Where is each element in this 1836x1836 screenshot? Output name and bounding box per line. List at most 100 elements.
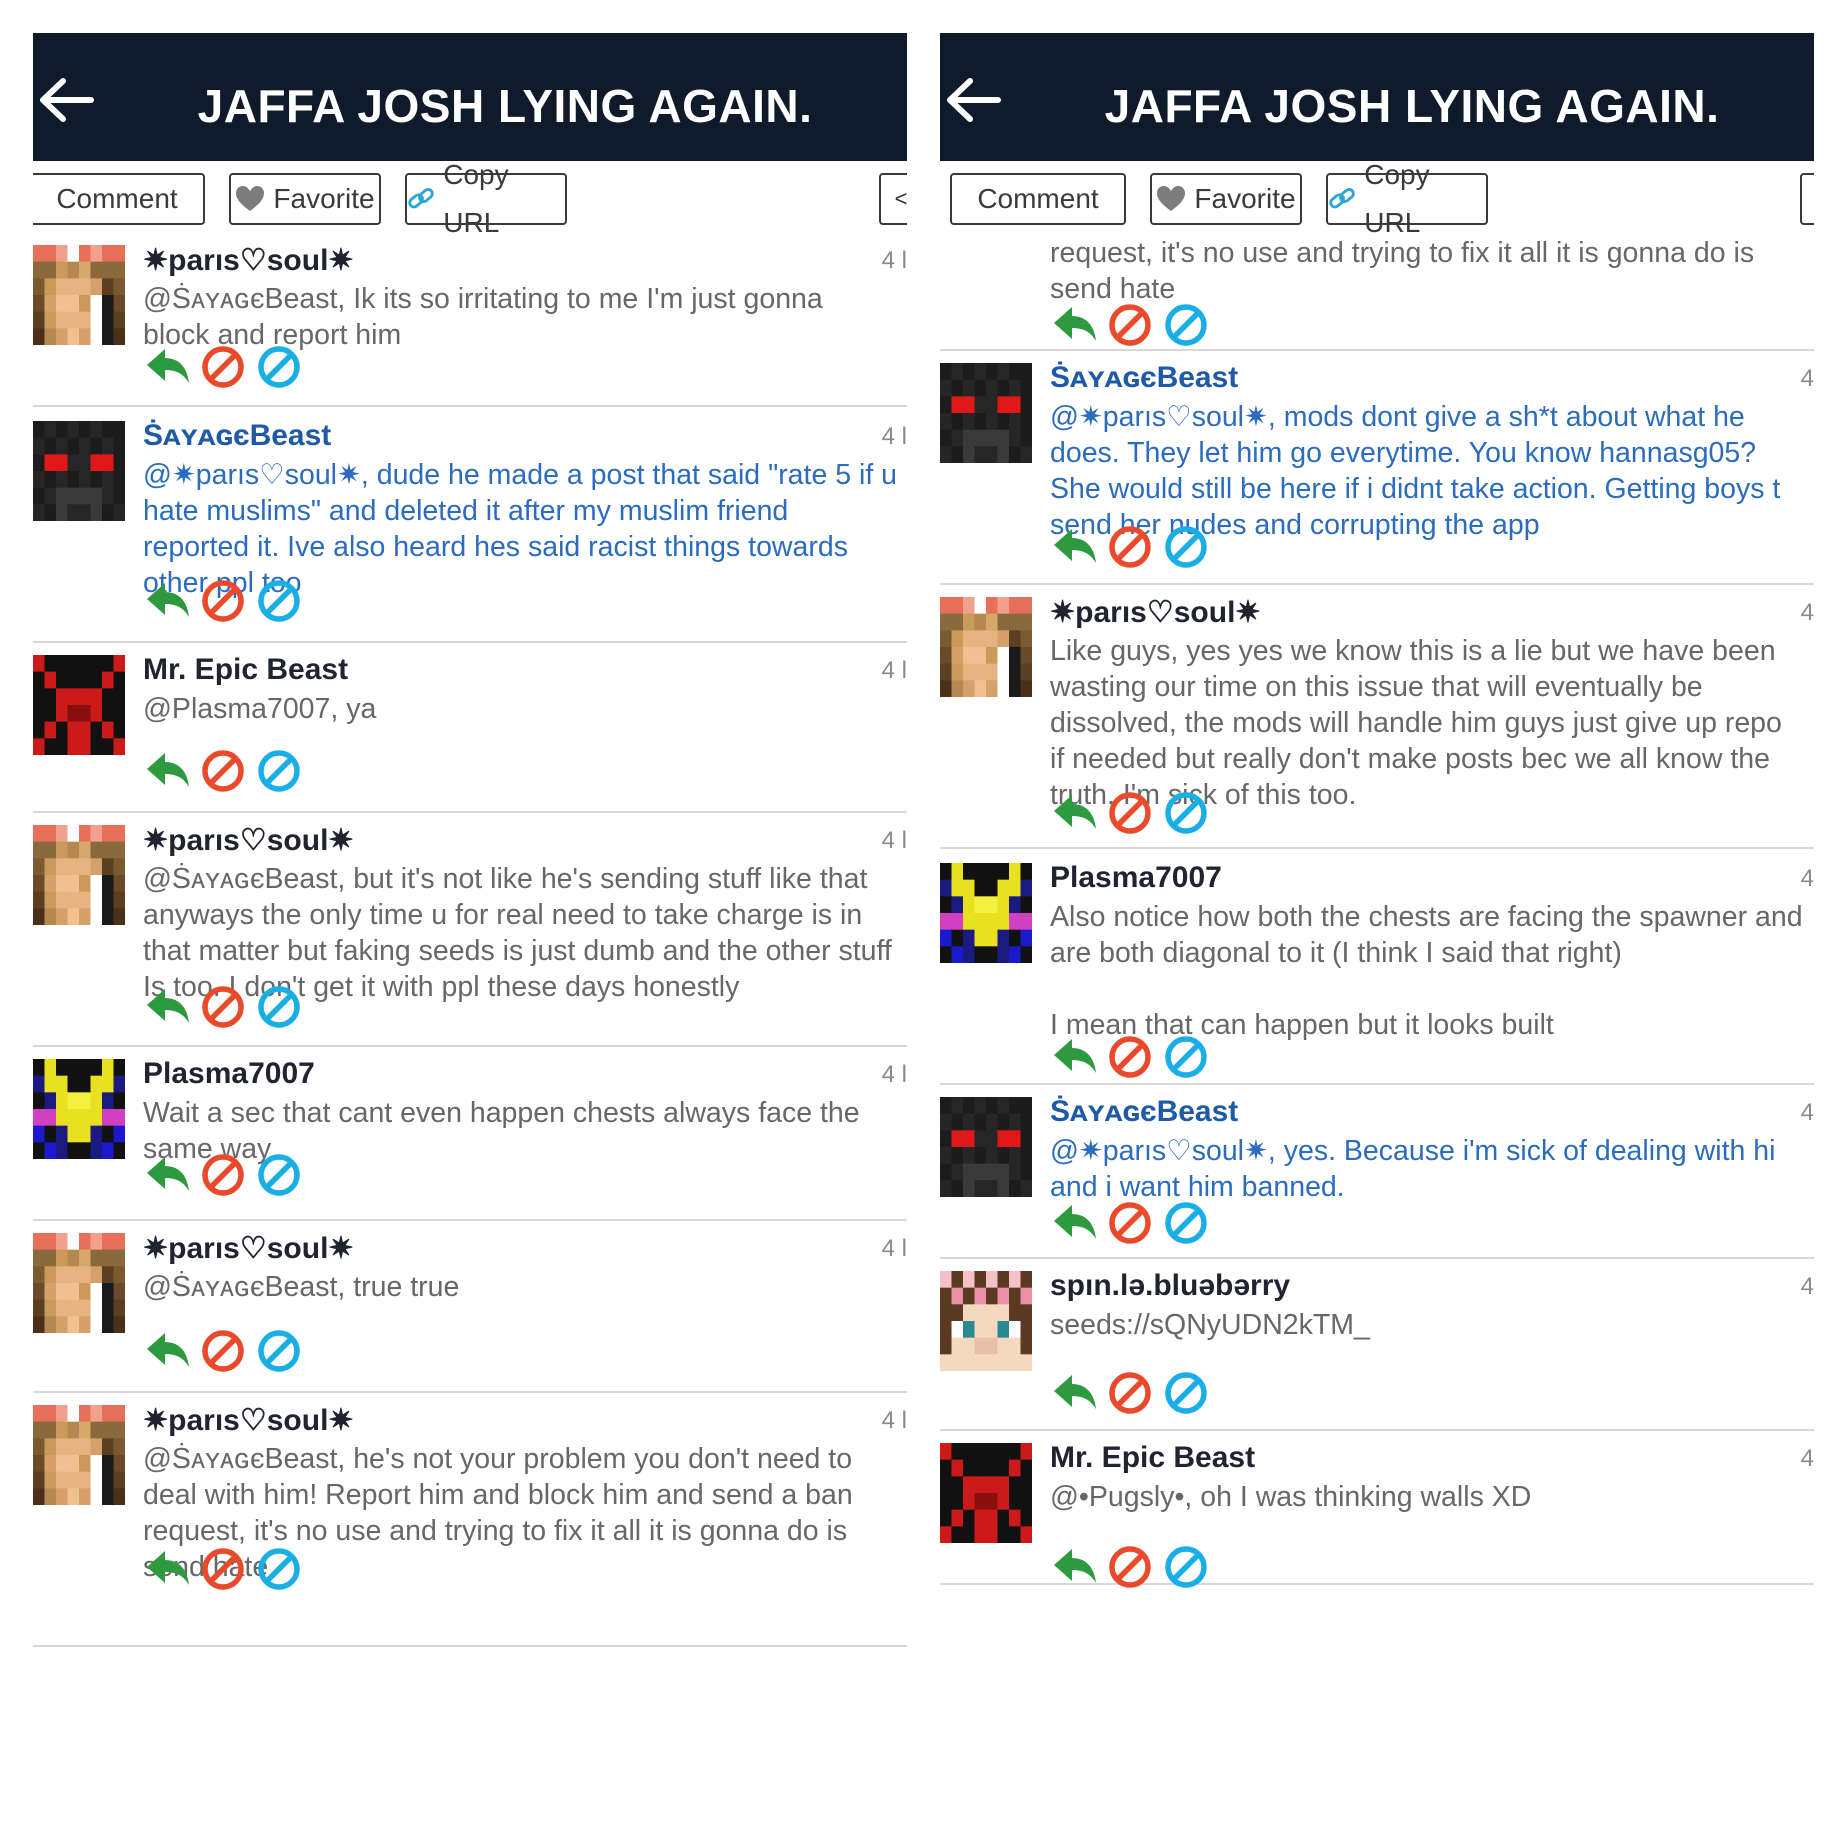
report-icon[interactable]	[255, 1151, 303, 1199]
block-icon[interactable]	[199, 747, 247, 795]
reply-icon[interactable]	[1050, 1369, 1098, 1417]
comment-actions	[1050, 1199, 1250, 1249]
report-icon[interactable]	[255, 983, 303, 1031]
block-icon[interactable]	[1106, 1199, 1154, 1247]
comment-username[interactable]: Mr. Epic Beast	[1050, 1441, 1255, 1475]
reply-icon[interactable]	[143, 1327, 191, 1375]
comment-username[interactable]: ṠᴀʏᴀɢєBeast	[1050, 361, 1238, 395]
reply-icon[interactable]	[143, 577, 191, 625]
comment-button[interactable]: Comment	[33, 173, 205, 225]
comment-timestamp: 4	[1800, 865, 1814, 892]
comment-username[interactable]: ✷parıs♡soul✷	[143, 1403, 354, 1438]
reply-icon[interactable]	[143, 1151, 191, 1199]
report-icon[interactable]	[255, 1327, 303, 1375]
link-icon	[1329, 188, 1355, 209]
avatar[interactable]	[940, 863, 1032, 963]
report-icon[interactable]	[1162, 1033, 1210, 1081]
block-icon[interactable]	[199, 1327, 247, 1375]
comment-actions	[1050, 523, 1250, 573]
screenshot-right: JAFFA JOSH LYING AGAIN. Comment Favorite…	[940, 33, 1814, 1811]
favorite-button[interactable]: Favorite	[1150, 173, 1302, 225]
avatar-image	[940, 863, 1032, 963]
comment-text: @•Pugsly•, oh I was thinking walls XD	[1050, 1481, 1532, 1513]
report-icon[interactable]	[1162, 301, 1210, 349]
comment-username[interactable]: Mr. Epic Beast	[143, 653, 348, 687]
reply-icon[interactable]	[1050, 1199, 1098, 1247]
comment-username[interactable]: spın.lə.bluəbərry	[1050, 1269, 1290, 1303]
reply-icon[interactable]	[1050, 789, 1098, 837]
block-icon[interactable]	[1106, 523, 1154, 571]
block-icon[interactable]	[1106, 1033, 1154, 1081]
comment-actions	[1050, 1033, 1250, 1083]
comment-username[interactable]: ✷parıs♡soul✷	[143, 243, 354, 278]
block-icon[interactable]	[1106, 1543, 1154, 1591]
block-icon[interactable]	[1106, 789, 1154, 837]
reply-icon[interactable]	[1050, 523, 1098, 571]
comment-username[interactable]: ✷parıs♡soul✷	[143, 1231, 354, 1266]
block-icon[interactable]	[199, 1151, 247, 1199]
avatar[interactable]	[33, 655, 125, 755]
copy-url-button[interactable]: Copy URL	[1326, 159, 1488, 238]
comment-text: @✷parıs♡soul✷, mods dont give a sh*t abo…	[1050, 401, 1789, 541]
comment-username[interactable]: Plasma7007	[143, 1057, 315, 1091]
favorite-button-label: Favorite	[273, 183, 375, 214]
comment-timestamp: 4 l	[881, 423, 907, 450]
report-icon[interactable]	[255, 747, 303, 795]
reply-icon[interactable]	[1050, 1543, 1098, 1591]
avatar-image	[33, 421, 125, 521]
comment-username[interactable]: ṠᴀʏᴀɢєBeast	[143, 419, 331, 453]
copy-url-button[interactable]: Copy URL	[405, 159, 567, 238]
reply-icon[interactable]	[143, 343, 191, 391]
avatar[interactable]	[33, 1233, 125, 1333]
block-icon[interactable]	[1106, 1369, 1154, 1417]
share-button[interactable]	[1800, 173, 1814, 225]
share-button[interactable]: <	[879, 173, 907, 225]
report-icon[interactable]	[1162, 1369, 1210, 1417]
share-icon: <	[894, 186, 907, 211]
avatar[interactable]	[940, 597, 1032, 697]
comment-button[interactable]: Comment	[950, 173, 1126, 225]
block-icon[interactable]	[1106, 301, 1154, 349]
report-icon[interactable]	[1162, 1199, 1210, 1247]
block-icon[interactable]	[199, 343, 247, 391]
comment-username[interactable]: ṠᴀʏᴀɢєBeast	[1050, 1095, 1238, 1129]
comment-button-label: Comment	[977, 183, 1099, 214]
reply-icon[interactable]	[143, 1545, 191, 1593]
avatar[interactable]	[940, 1443, 1032, 1543]
avatar[interactable]	[33, 421, 125, 521]
report-icon[interactable]	[255, 577, 303, 625]
avatar[interactable]	[940, 1097, 1032, 1197]
reply-icon[interactable]	[1050, 1033, 1098, 1081]
report-icon[interactable]	[1162, 523, 1210, 571]
avatar[interactable]	[940, 1271, 1032, 1371]
report-icon[interactable]	[255, 343, 303, 391]
avatar[interactable]	[33, 1405, 125, 1505]
comment-username[interactable]: Plasma7007	[1050, 861, 1222, 895]
comment-text: @Plasma7007, ya	[143, 693, 377, 725]
reply-icon[interactable]	[143, 747, 191, 795]
post-toolbar: Comment Favorite Copy URL <	[33, 159, 907, 238]
avatar[interactable]	[33, 825, 125, 925]
comment-username[interactable]: ✷parıs♡soul✷	[143, 823, 354, 858]
comment-text: seeds://sQNyUDN2kTM_	[1050, 1309, 1370, 1341]
block-icon[interactable]	[199, 983, 247, 1031]
post-toolbar: Comment Favorite Copy URL	[940, 159, 1814, 238]
report-icon[interactable]	[255, 1545, 303, 1593]
block-icon[interactable]	[199, 577, 247, 625]
avatar[interactable]	[33, 245, 125, 345]
avatar[interactable]	[940, 363, 1032, 463]
comment-timestamp: 4 l	[881, 247, 907, 274]
block-icon[interactable]	[199, 1545, 247, 1593]
avatar-image	[33, 825, 125, 925]
reply-icon[interactable]	[1050, 301, 1098, 349]
report-icon[interactable]	[1162, 1543, 1210, 1591]
avatar[interactable]	[33, 1059, 125, 1159]
comment-timestamp: 4	[1800, 1445, 1814, 1472]
report-icon[interactable]	[1162, 789, 1210, 837]
avatar-image	[940, 363, 1032, 463]
reply-icon[interactable]	[143, 983, 191, 1031]
avatar-image	[33, 1233, 125, 1333]
favorite-button[interactable]: Favorite	[229, 173, 381, 225]
comment-username[interactable]: ✷parıs♡soul✷	[1050, 595, 1261, 630]
comment-item: Mr. Epic Beast 4 @•Pugsly•, oh I was think…	[940, 1441, 1814, 1588]
